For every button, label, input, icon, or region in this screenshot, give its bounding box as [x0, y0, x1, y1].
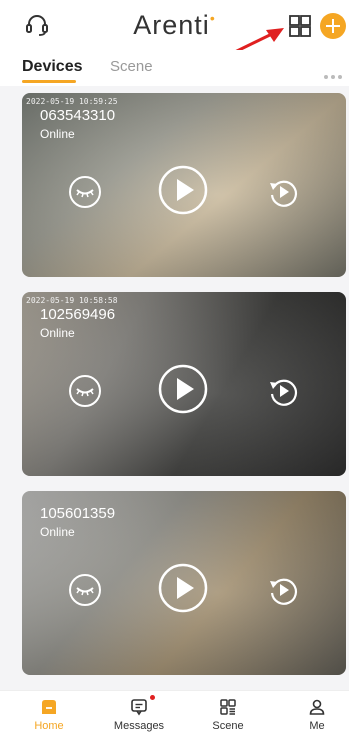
device-list: 2022-05-19 10:59:25 063543310 Online 202…: [0, 86, 349, 690]
tab-home-label: Home: [34, 720, 64, 732]
tab-active-indicator: [22, 80, 76, 83]
add-device-button[interactable]: [320, 13, 346, 39]
tab-scene-label: Scene: [212, 720, 244, 732]
message-icon: [131, 699, 147, 716]
unread-badge: [150, 695, 155, 700]
home-icon: [42, 700, 56, 714]
playback-icon[interactable]: [266, 374, 300, 408]
top-header: Arenti•: [0, 0, 349, 50]
sleep-eye-icon[interactable]: [68, 175, 102, 209]
tab-messages[interactable]: Messages: [104, 695, 174, 732]
sleep-eye-icon[interactable]: [68, 573, 102, 607]
playback-icon[interactable]: [266, 573, 300, 607]
device-status: Online: [40, 127, 75, 141]
tab-messages-label: Messages: [113, 720, 165, 732]
tab-bar-top: Devices Scene: [0, 50, 349, 86]
tab-scene-bottom[interactable]: Scene: [193, 697, 263, 732]
device-status: Online: [40, 326, 75, 340]
play-icon[interactable]: [158, 563, 208, 613]
device-card[interactable]: 2022-05-19 10:58:58 102569496 Online: [22, 292, 346, 476]
tab-home[interactable]: Home: [14, 697, 84, 732]
bottom-tab-bar: Home Messages Scene Me: [0, 690, 349, 740]
user-icon: [309, 699, 325, 715]
tab-devices[interactable]: Devices: [22, 58, 83, 76]
scene-icon: [220, 699, 236, 715]
tab-me-label: Me: [309, 720, 325, 732]
playback-icon[interactable]: [266, 175, 300, 209]
tab-me[interactable]: Me: [282, 697, 349, 732]
device-card[interactable]: 2022-05-19 10:59:25 063543310 Online: [22, 93, 346, 277]
play-icon[interactable]: [158, 364, 208, 414]
device-id: 105601359: [40, 505, 116, 522]
preview-timestamp: 2022-05-19 10:58:58: [26, 296, 118, 305]
device-id: 063543310: [40, 107, 116, 124]
device-card[interactable]: 105601359 Online: [22, 491, 346, 675]
more-icon[interactable]: [324, 66, 346, 79]
tab-scene[interactable]: Scene: [110, 58, 153, 75]
preview-timestamp: 2022-05-19 10:59:25: [26, 97, 118, 106]
play-icon[interactable]: [158, 165, 208, 215]
grid-view-icon[interactable]: [288, 14, 312, 38]
sleep-eye-icon[interactable]: [68, 374, 102, 408]
device-status: Online: [40, 525, 75, 539]
device-id: 102569496: [40, 306, 116, 323]
